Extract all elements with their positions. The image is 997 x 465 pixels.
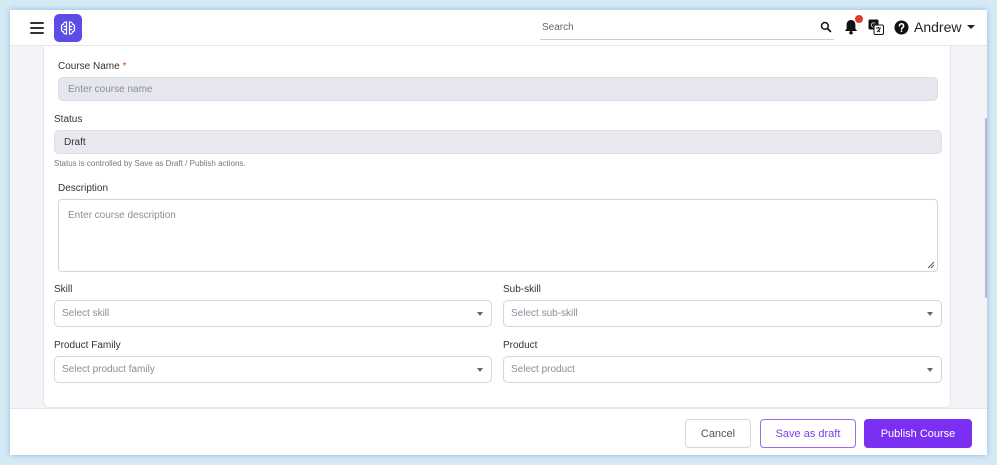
sub-skill-placeholder: Select sub-skill	[511, 308, 578, 319]
dropdown-arrow-icon	[477, 368, 483, 372]
caret-down-icon	[967, 25, 976, 29]
product-select[interactable]: Select product	[503, 356, 942, 383]
description-label: Description	[58, 183, 109, 194]
description-textarea[interactable]: Enter course description	[58, 199, 938, 272]
product-placeholder: Select product	[511, 364, 575, 375]
search-box	[540, 16, 834, 40]
app-window: G Andrew Course Name * Enter course name…	[10, 10, 987, 455]
product-label: Product	[503, 340, 538, 351]
description-placeholder: Enter course description	[68, 210, 176, 221]
notification-badge	[855, 15, 863, 23]
search-input[interactable]	[540, 16, 810, 38]
skill-placeholder: Select skill	[62, 308, 110, 319]
menu-icon[interactable]	[30, 22, 44, 34]
status-hint: Status is controlled by Save as Draft / …	[54, 159, 246, 168]
course-name-placeholder: Enter course name	[68, 83, 153, 95]
resize-handle-icon[interactable]	[927, 261, 935, 269]
product-family-placeholder: Select product family	[62, 364, 155, 375]
search-icon[interactable]	[820, 21, 832, 33]
product-family-select[interactable]: Select product family	[54, 356, 492, 383]
course-name-input[interactable]: Enter course name	[58, 77, 938, 101]
course-name-label: Course Name *	[58, 61, 127, 72]
cancel-button[interactable]: Cancel	[685, 419, 751, 448]
form-footer: Cancel Save as draft Publish Course	[10, 408, 987, 455]
scrollbar[interactable]	[985, 118, 987, 298]
user-menu[interactable]: Andrew	[914, 19, 976, 35]
user-name: Andrew	[914, 19, 962, 35]
top-bar: G Andrew	[10, 10, 987, 46]
publish-course-button[interactable]: Publish Course	[864, 419, 972, 448]
required-mark: *	[122, 61, 127, 72]
dropdown-arrow-icon	[927, 368, 933, 372]
skill-label: Skill	[54, 284, 73, 295]
save-draft-button[interactable]: Save as draft	[760, 419, 856, 448]
brain-logo-icon[interactable]	[54, 14, 82, 42]
help-icon[interactable]	[894, 20, 909, 35]
status-label: Status	[54, 114, 83, 125]
product-family-label: Product Family	[54, 340, 121, 351]
dropdown-arrow-icon	[477, 312, 483, 316]
dropdown-arrow-icon	[927, 312, 933, 316]
skill-select[interactable]: Select skill	[54, 300, 492, 327]
status-value: Draft	[64, 136, 86, 148]
status-field: Draft	[54, 130, 942, 154]
translate-icon[interactable]: G	[868, 19, 884, 35]
sub-skill-select[interactable]: Select sub-skill	[503, 300, 942, 327]
course-form: Course Name * Enter course name Status D…	[43, 46, 951, 408]
sub-skill-label: Sub-skill	[503, 284, 541, 295]
